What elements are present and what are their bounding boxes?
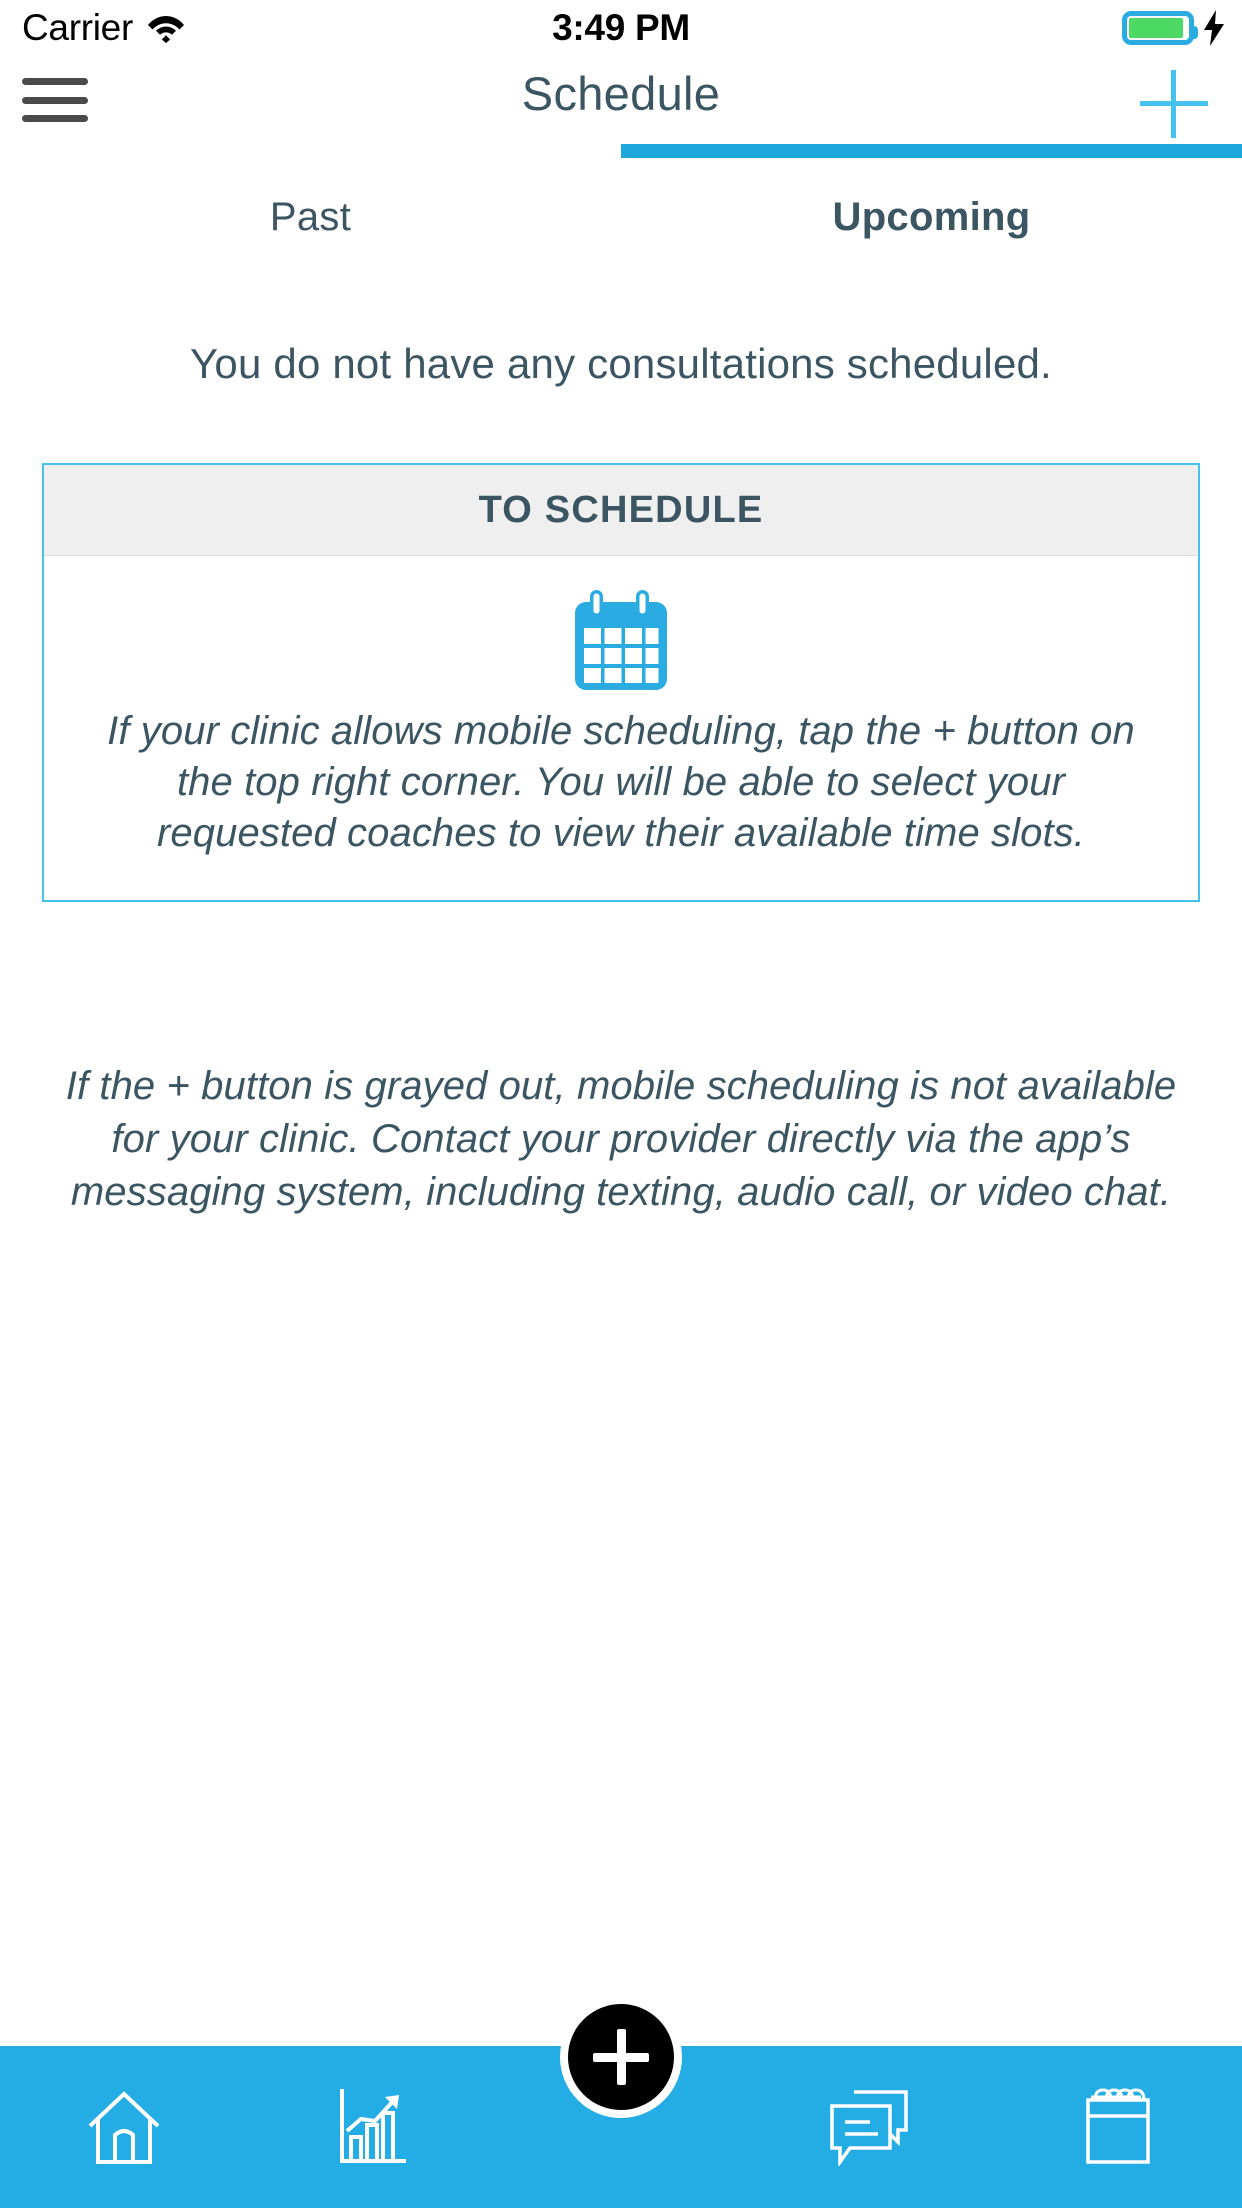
home-icon — [88, 2091, 160, 2164]
floating-add-button[interactable] — [560, 1996, 682, 2118]
progress-chart-icon — [339, 2089, 406, 2163]
battery-cap — [1192, 26, 1198, 39]
messages-icon — [830, 2090, 909, 2166]
calendar-icon — [1086, 2088, 1150, 2164]
status-bar-right — [1122, 10, 1226, 46]
tab-past[interactable]: Past — [0, 144, 621, 254]
battery-icon — [1122, 11, 1198, 45]
tab-upcoming-label: Upcoming — [832, 195, 1031, 239]
to-schedule-card: TO SCHEDULE If your clinic allows mobile… — [42, 463, 1200, 902]
bottom-tab-home[interactable] — [0, 2046, 248, 2208]
bottom-tab-messages[interactable] — [745, 2046, 993, 2208]
status-bar-time: 3:49 PM — [552, 7, 690, 48]
to-schedule-card-body: If your clinic allows mobile scheduling,… — [44, 556, 1198, 900]
tab-active-indicator — [621, 144, 1242, 158]
bottom-tab-calendar[interactable] — [994, 2046, 1242, 2208]
tab-past-label: Past — [269, 195, 352, 239]
empty-state-message: You do not have any consultations schedu… — [190, 340, 1052, 387]
page-title: Schedule — [521, 67, 721, 120]
to-schedule-card-text: If your clinic allows mobile scheduling,… — [107, 709, 1135, 856]
schedule-tabs: Past Upcoming — [0, 144, 1242, 254]
tab-upcoming[interactable]: Upcoming — [621, 144, 1242, 254]
bottom-tab-progress[interactable] — [248, 2046, 496, 2208]
add-appointment-button[interactable] — [1140, 70, 1208, 138]
plus-icon — [593, 2029, 649, 2085]
lightning-bolt-icon — [1204, 10, 1224, 46]
to-schedule-card-header-label: TO SCHEDULE — [478, 488, 764, 531]
calendar-icon — [575, 590, 667, 690]
battery-fill — [1129, 18, 1183, 38]
status-bar: Carrier 3:49 PM — [0, 0, 1242, 56]
to-schedule-card-header: TO SCHEDULE — [44, 465, 1198, 556]
scheduling-unavailable-note: If the + button is grayed out, mobile sc… — [65, 1064, 1177, 1214]
navigation-bar: Schedule — [0, 56, 1242, 144]
